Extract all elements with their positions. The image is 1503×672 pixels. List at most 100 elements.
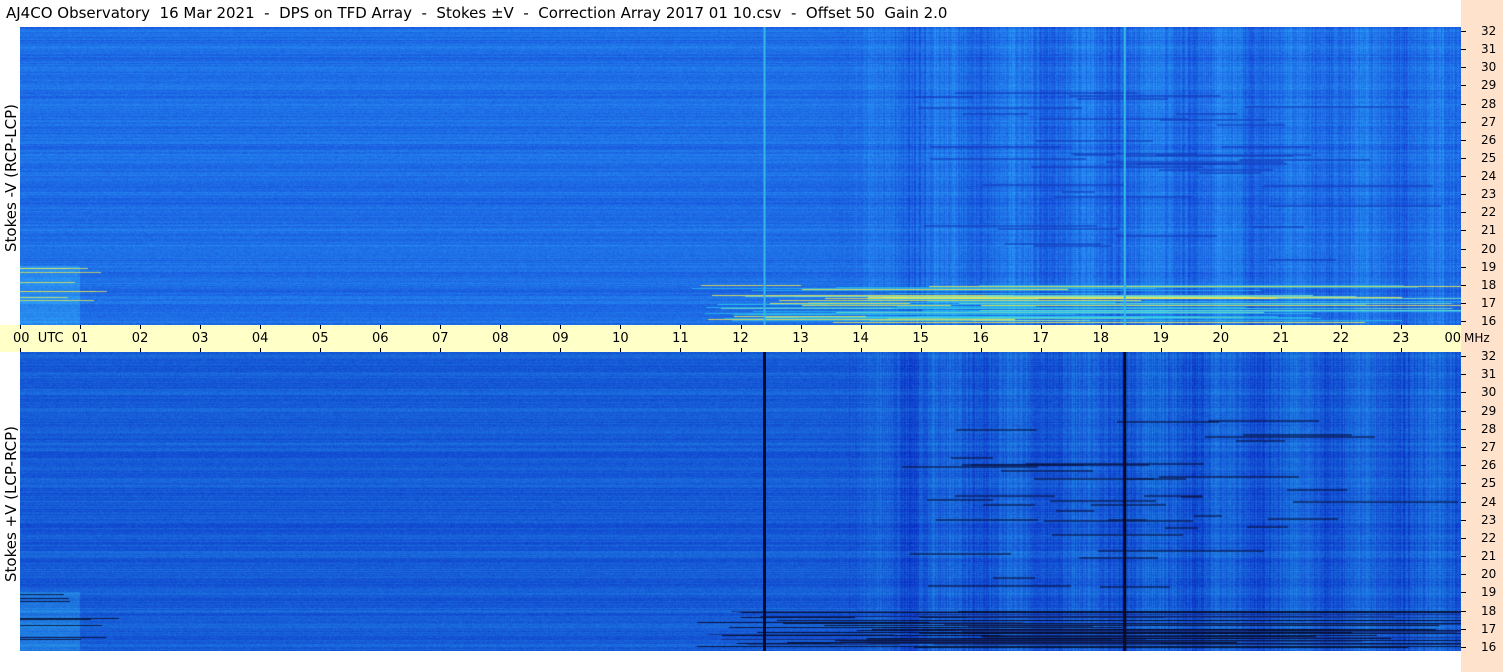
time-tick — [1101, 325, 1102, 329]
time-tick — [1281, 325, 1282, 329]
frequency-tick — [1461, 158, 1466, 159]
time-tick — [380, 325, 381, 329]
time-tick — [20, 325, 21, 329]
time-tick — [500, 325, 501, 329]
frequency-tick-label: 28 — [1481, 96, 1497, 111]
frequency-tick-label: 32 — [1481, 24, 1497, 38]
frequency-tick — [1461, 321, 1466, 322]
frequency-tick — [1461, 285, 1466, 286]
frequency-tick-label: 25 — [1481, 476, 1497, 491]
frequency-tick — [1461, 502, 1466, 503]
frequency-tick-label: 22 — [1481, 205, 1497, 220]
time-tick-label: 22 — [1332, 331, 1350, 346]
frequency-tick-label: 27 — [1481, 114, 1497, 129]
frequency-tick — [1461, 465, 1466, 466]
time-tick-label: 12 — [732, 331, 749, 346]
time-tick — [140, 325, 141, 329]
time-tick-label: 07 — [432, 331, 449, 346]
frequency-tick-label: 30 — [1481, 385, 1497, 400]
time-tick-label: 21 — [1272, 331, 1290, 346]
frequency-tick-label: 19 — [1481, 259, 1497, 274]
frequency-tick — [1461, 49, 1466, 50]
time-tick — [440, 325, 441, 329]
frequency-tick — [1461, 392, 1466, 393]
frequency-tick-label: 26 — [1481, 458, 1497, 473]
time-tick — [1161, 325, 1162, 329]
frequency-tick-label: 31 — [1481, 42, 1497, 57]
time-tick-label: 20 — [1212, 331, 1230, 346]
time-tick-label: 10 — [612, 331, 629, 346]
time-tick-label: 03 — [191, 331, 209, 346]
frequency-tick-label: 19 — [1481, 585, 1497, 600]
time-tick — [921, 325, 922, 329]
time-tick-label: 11 — [672, 331, 689, 346]
time-tick — [1221, 325, 1222, 329]
time-tick — [1041, 325, 1042, 329]
frequency-tick — [1461, 374, 1466, 375]
time-tick-label: 15 — [912, 331, 929, 346]
frequency-tick — [1461, 303, 1466, 304]
frequency-tick — [1461, 85, 1466, 86]
panel-bottom-label: Stokes +V (LCP-RCP) — [2, 426, 20, 582]
frequency-tick — [1461, 267, 1466, 268]
frequency-tick-label: 30 — [1481, 60, 1497, 75]
frequency-tick-label: 20 — [1481, 241, 1497, 256]
time-tick — [680, 325, 681, 329]
event-lines-bottom — [763, 352, 1127, 651]
chart-title: AJ4CO Observatory 16 Mar 2021 - DPS on T… — [6, 4, 948, 22]
frequency-tick — [1461, 574, 1466, 575]
time-tick-label: 13 — [792, 331, 809, 346]
time-tick-label: 17 — [1032, 331, 1049, 346]
frequency-tick — [1461, 104, 1466, 105]
time-tick — [861, 325, 862, 329]
frequency-tick — [1461, 194, 1466, 195]
frequency-tick — [1461, 556, 1466, 557]
frequency-tick-label: 28 — [1481, 421, 1497, 436]
frequency-axis: MHz 32 31 30 29 28 27 26 25 24 23 22 21 20 19 18 17 16 32… — [1461, 0, 1503, 672]
frequency-tick — [1461, 356, 1466, 357]
frequency-tick-label: 24 — [1481, 494, 1497, 509]
time-tick — [620, 325, 621, 329]
frequency-tick-label: 16 — [1481, 314, 1497, 328]
time-axis: 00 UTC 01 02 03 04 05 06 07 08 09 10 11 12 13 14 15 16 17… — [0, 325, 1462, 352]
time-tick — [320, 325, 321, 329]
frequency-tick — [1461, 140, 1466, 141]
time-tick-label: 01 — [71, 331, 89, 346]
time-tick-label: 04 — [251, 331, 269, 346]
frequency-tick — [1461, 647, 1466, 648]
frequency-tick — [1461, 230, 1466, 231]
frequency-tick — [1461, 447, 1466, 448]
frequency-tick — [1461, 67, 1466, 68]
time-tick-label: 23 — [1392, 331, 1410, 346]
frequency-tick-label: 22 — [1481, 530, 1497, 545]
frequency-tick — [1461, 411, 1466, 412]
frequency-tick-label: 27 — [1481, 439, 1497, 454]
time-tick-label: 00 — [1444, 331, 1461, 346]
time-tick — [741, 325, 742, 329]
time-tick — [1401, 325, 1402, 329]
time-tick-label: 02 — [131, 331, 149, 346]
frequency-tick — [1461, 629, 1466, 630]
frequency-tick-label: 16 — [1481, 640, 1497, 654]
time-tick-label: 19 — [1152, 331, 1170, 346]
time-tick-label: 05 — [311, 331, 329, 346]
frequency-tick — [1461, 592, 1466, 593]
time-tick — [801, 325, 802, 329]
frequency-tick — [1461, 483, 1466, 484]
time-tick-label: 16 — [972, 331, 989, 346]
frequency-tick-label: 21 — [1481, 223, 1497, 238]
frequency-tick-label: 17 — [1481, 295, 1497, 310]
frequency-tick — [1461, 31, 1466, 32]
frequency-tick-label: 23 — [1481, 187, 1497, 202]
frequency-tick-label: 29 — [1481, 403, 1497, 418]
frequency-tick — [1461, 520, 1466, 521]
frequency-tick-label: 17 — [1481, 621, 1497, 636]
panel-top-label: Stokes -V (RCP-LCP) — [2, 104, 20, 252]
frequency-tick-label: 29 — [1481, 78, 1497, 93]
frequency-tick — [1461, 538, 1466, 539]
time-tick — [560, 325, 561, 329]
time-tick — [200, 325, 201, 329]
frequency-tick — [1461, 212, 1466, 213]
time-tick-label: 06 — [371, 331, 389, 346]
frequency-tick — [1461, 249, 1466, 250]
